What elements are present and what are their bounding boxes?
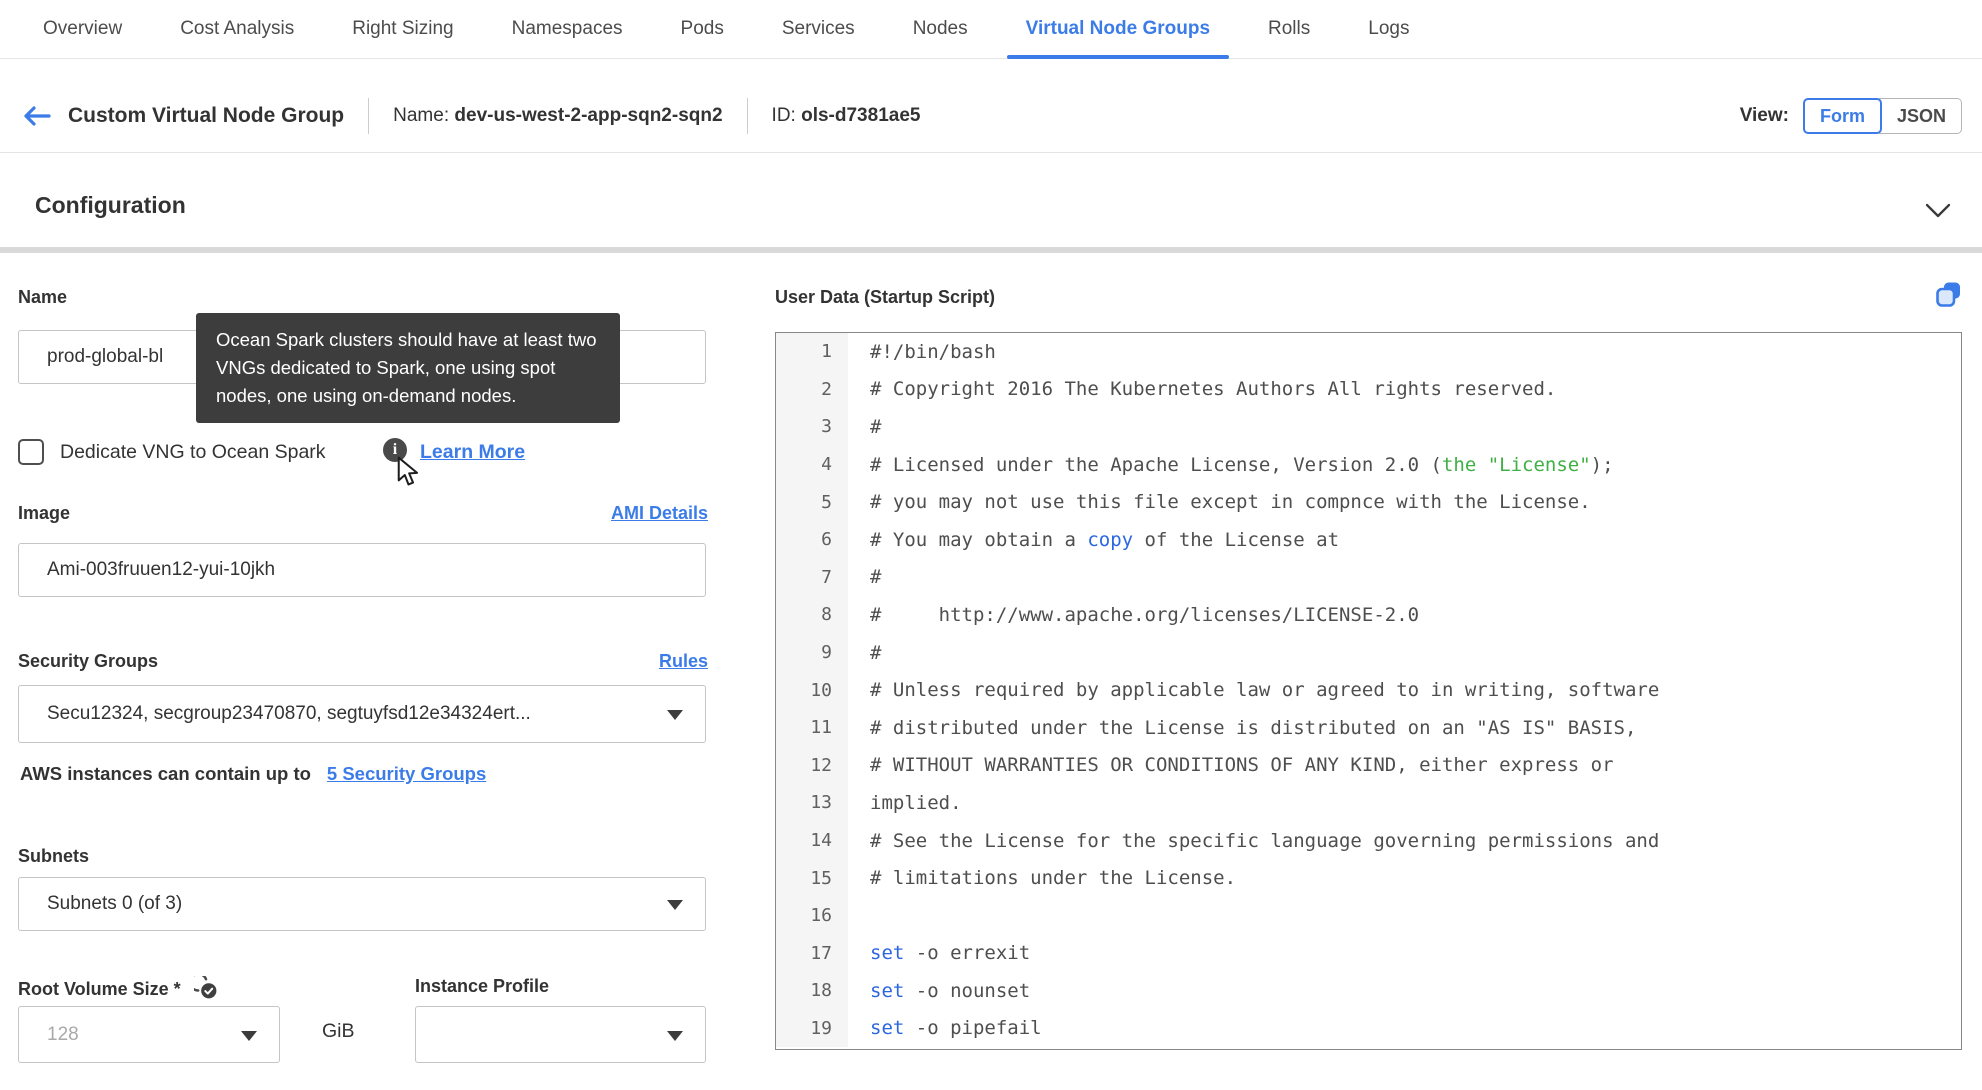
code-text: # you may not use this file except in co… (870, 491, 1591, 514)
code-text: set -o pipefail (870, 1017, 1042, 1040)
code-line: 15 # limitations under the License. (776, 859, 1961, 897)
line-number: 8 (776, 596, 848, 634)
security-groups-label: Security Groups (18, 651, 159, 671)
code-line: 14 # See the License for the specific lan… (776, 821, 1961, 860)
code-line: 7 # (776, 558, 1961, 597)
ocean-spark-tooltip: Ocean Spark clusters should have at leas… (196, 313, 620, 423)
code-text: implied. (870, 791, 962, 814)
code-line: 11 # distributed under the License is dis… (776, 708, 1961, 747)
learn-more-link[interactable]: Learn More (420, 441, 525, 464)
code-text: set -o nounset (870, 979, 1031, 1002)
image-field-label: Image (18, 503, 71, 523)
code-line: 18 set -o nounset (776, 972, 1961, 1010)
code-line: 17 set -o errexit (776, 934, 1961, 973)
line-number: 13 (776, 784, 848, 822)
code-text: # You may obtain a copy of the License a… (870, 528, 1340, 551)
root-volume-size-placeholder: 128 (47, 1023, 79, 1045)
image-input[interactable]: Ami-003fruuen12-yui-10jkh (18, 543, 706, 597)
code-text: # Copyright 2016 The Kubernetes Authors … (870, 378, 1557, 401)
root-volume-size-label-text: Root Volume Size * (18, 979, 181, 999)
configuration-form: Name prod-global-bl Ocean Spark clusters… (18, 0, 708, 1090)
view-form-button[interactable]: Form (1802, 98, 1882, 134)
rules-link[interactable]: Rules (659, 651, 708, 672)
code-text: # WITHOUT WARRANTIES OR CONDITIONS OF AN… (870, 754, 1614, 777)
gib-unit-label: GiB (322, 1020, 355, 1042)
copy-icon (1936, 282, 1960, 307)
five-security-groups-link[interactable]: 5 Security Groups (327, 763, 486, 784)
line-number: 12 (776, 746, 848, 785)
instance-profile-dropdown[interactable] (415, 1006, 706, 1063)
code-text: # (870, 415, 882, 438)
line-number: 15 (776, 859, 848, 897)
copy-button[interactable] (1935, 281, 1962, 313)
code-text: # See the License for the specific langu… (870, 829, 1660, 852)
line-number: 14 (776, 821, 848, 860)
line-number: 7 (776, 558, 848, 597)
mouse-cursor (394, 456, 422, 493)
line-number: 10 (776, 671, 848, 709)
dropdown-caret-icon (667, 900, 683, 910)
code-line: 10 # Unless required by applicable law or… (776, 671, 1961, 709)
code-text: set -o errexit (870, 942, 1031, 965)
security-groups-caption: AWS instances can contain up to 5 Securit… (20, 763, 486, 785)
code-line: 6 # You may obtain a copy of the License … (776, 520, 1961, 559)
code-line: 4 # Licensed under the Apache License, Ve… (776, 445, 1961, 484)
line-number: 2 (776, 370, 848, 409)
line-number: 11 (776, 708, 848, 747)
code-line: 8 # http://www.apache.org/licenses/LICENS… (776, 596, 1961, 634)
code-text: # (870, 566, 882, 589)
line-number: 19 (776, 1009, 848, 1048)
virtual-node-group-page: Overview Cost Analysis Right Sizing Namespa… (0, 0, 1982, 1090)
code-text: #!/bin/bash (870, 340, 996, 363)
image-input-value: Ami-003fruuen12-yui-10jkh (47, 559, 276, 580)
user-data-label: User Data (Startup Script) (775, 287, 996, 307)
root-volume-size-label: Root Volume Size * (18, 972, 218, 1000)
dropdown-caret-icon (667, 1030, 683, 1041)
line-number: 1 (776, 333, 848, 371)
security-groups-caption-text: AWS instances can contain up to (20, 763, 311, 784)
dedicate-vng-checkbox[interactable] (18, 439, 44, 465)
code-text: # Unless required by applicable law or a… (870, 679, 1660, 702)
line-number: 17 (776, 934, 848, 973)
link-check-icon (188, 972, 217, 999)
code-line: 12 # WITHOUT WARRANTIES OR CONDITIONS OF … (776, 746, 1961, 785)
code-line: 5 # you may not use this file except in c… (776, 483, 1961, 521)
code-line: 1 #!/bin/bash (776, 333, 1961, 371)
subnets-label: Subnets (18, 846, 90, 866)
line-number: 18 (776, 972, 848, 1010)
user-data-code-editor[interactable]: 1 #!/bin/bash 2 # Copyright 2016 The Kubern… (775, 332, 1962, 1050)
root-volume-size-dropdown[interactable]: 128 (18, 1006, 280, 1063)
instance-profile-label: Instance Profile (415, 976, 550, 996)
subnets-dropdown[interactable]: Subnets 0 (of 3) (18, 877, 706, 931)
code-text: # distributed under the License is distr… (870, 716, 1637, 739)
line-number: 6 (776, 520, 848, 559)
name-field-label: Name (18, 287, 68, 307)
code-text: # limitations under the License. (870, 867, 1237, 890)
line-number: 5 (776, 483, 848, 521)
dedicate-vng-label: Dedicate VNG to Ocean Spark (60, 441, 326, 463)
line-number: 16 (776, 896, 848, 935)
code-line: 9 # (776, 633, 1961, 672)
line-number: 3 (776, 408, 848, 446)
line-number: 4 (776, 445, 848, 484)
code-line: 19 set -o pipefail (776, 1009, 1961, 1048)
code-text: # Licensed under the Apache License, Ver… (870, 453, 1614, 476)
code-line: 16 (776, 896, 1961, 935)
header-divider (746, 98, 748, 134)
name-input-value: prod-global-bl (47, 346, 164, 367)
dropdown-caret-icon (667, 710, 683, 720)
line-number: 9 (776, 633, 848, 672)
code-line: 3 # (776, 408, 1961, 446)
code-text: # (870, 641, 882, 664)
dropdown-caret-icon (241, 1030, 257, 1041)
security-groups-value: Secu12324, secgroup23470870, segtuyfsd12… (47, 703, 531, 724)
ami-details-link[interactable]: AMI Details (611, 503, 708, 524)
security-groups-dropdown[interactable]: Secu12324, secgroup23470870, segtuyfsd12… (18, 685, 706, 743)
code-line: 13 implied. (776, 784, 1961, 822)
subnets-value: Subnets 0 (of 3) (47, 893, 183, 914)
user-data-section: User Data (Startup Script) 1 #!/bin/bash 2… (775, 0, 1962, 1090)
code-text: # http://www.apache.org/licenses/LICENSE… (870, 603, 1420, 626)
code-line: 2 # Copyright 2016 The Kubernetes Authors… (776, 370, 1961, 409)
